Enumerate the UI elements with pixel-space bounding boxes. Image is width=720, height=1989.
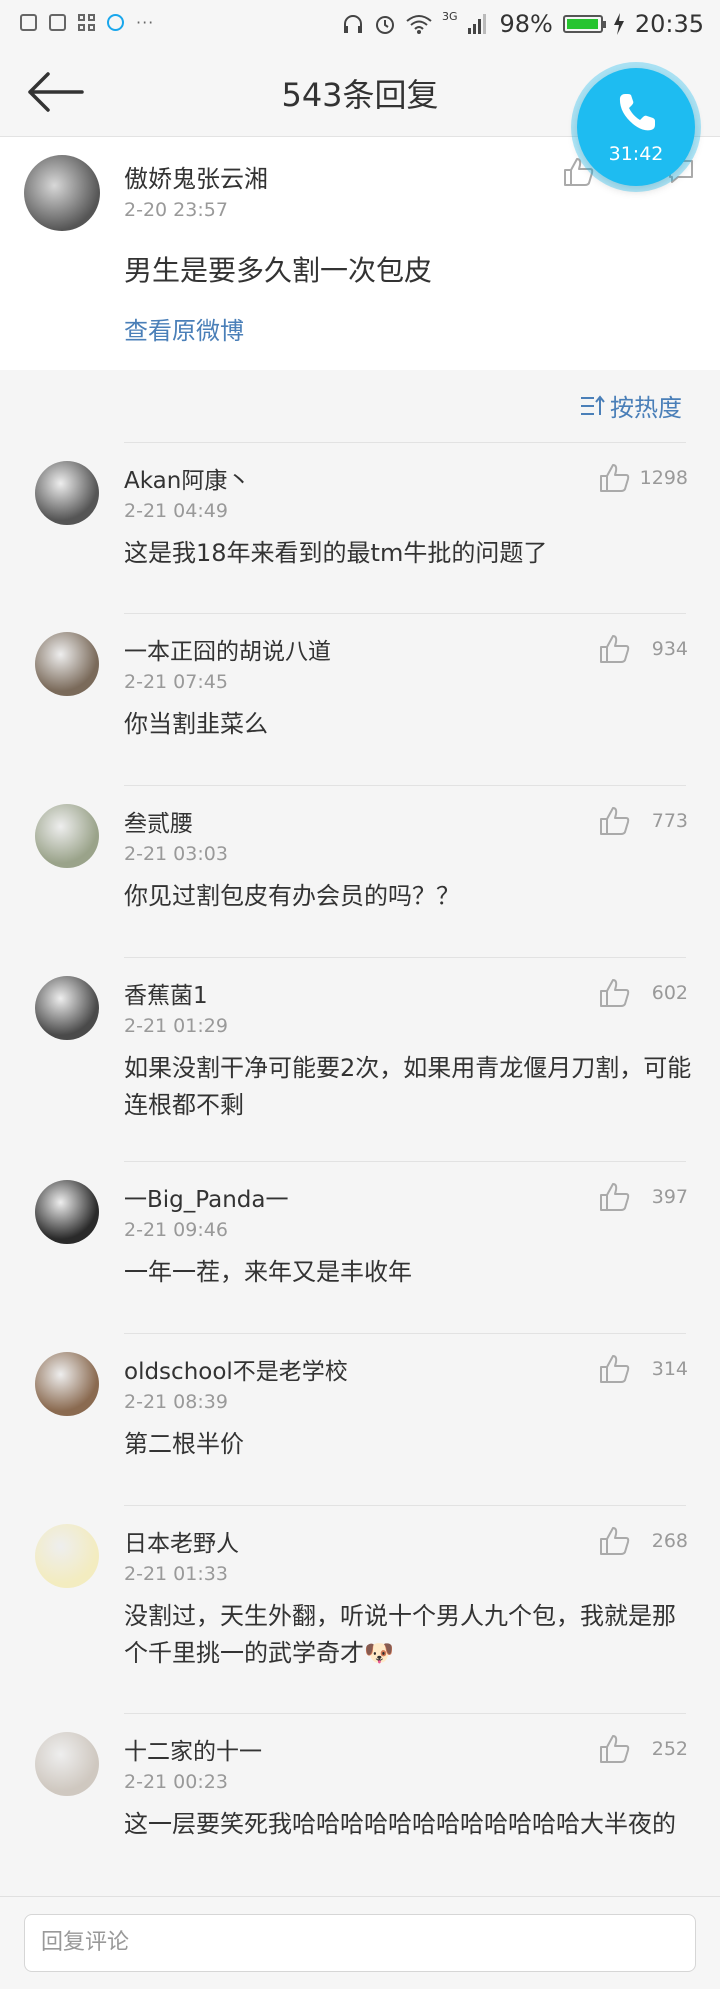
- like-icon[interactable]: [599, 978, 631, 1008]
- like-icon[interactable]: [599, 634, 631, 664]
- avatar[interactable]: [35, 632, 99, 696]
- comment-text: 你见过割包皮有办会员的吗？？: [124, 882, 460, 910]
- view-original-weibo-link[interactable]: 查看原微博: [124, 311, 244, 346]
- more-notifications-icon: ···: [136, 12, 155, 32]
- divider: [124, 1505, 686, 1506]
- charging-icon: [613, 13, 624, 35]
- author-name[interactable]: 叁贰腰: [124, 804, 193, 838]
- comment-time: 2-21 07:45: [124, 671, 228, 693]
- comment-time: 2-21 01:29: [124, 1015, 228, 1037]
- comment-text: 第二根半价: [124, 1430, 244, 1458]
- phone-icon: [619, 94, 655, 131]
- system-indicators: 3G 98% 20:35: [342, 10, 704, 38]
- network-type: 3G: [441, 9, 458, 23]
- call-duration: 31:42: [608, 143, 664, 165]
- divider: [124, 1333, 686, 1334]
- author-name[interactable]: 傲娇鬼张云湘: [124, 159, 268, 194]
- signal-icon: [468, 14, 487, 34]
- like-icon[interactable]: [599, 1526, 631, 1556]
- author-name[interactable]: 一本正囧的胡说八道: [124, 632, 331, 666]
- author-name[interactable]: oldschool不是老学校: [124, 1352, 348, 1386]
- like-count: 773: [651, 810, 688, 832]
- sort-icon: [581, 394, 605, 415]
- clock: 20:35: [634, 10, 704, 38]
- like-icon[interactable]: [599, 1354, 631, 1384]
- gallery-icon: [49, 14, 66, 31]
- divider: [124, 613, 686, 614]
- call-floating-bubble[interactable]: 31:42: [577, 68, 720, 186]
- like-count: 252: [651, 1738, 688, 1760]
- avatar[interactable]: [35, 976, 99, 1040]
- comment-text: 没割过，天生外翻，听说十个男人九个包，我就是那个千里挑一的武学奇才🐶: [124, 1602, 676, 1667]
- sort-by-popularity-button[interactable]: 按热度: [580, 388, 682, 423]
- battery-percent: 98%: [499, 10, 553, 38]
- like-count: 314: [651, 1358, 688, 1380]
- alarm-icon: [375, 16, 394, 34]
- like-count: 1298: [639, 467, 688, 489]
- author-name[interactable]: 一Big_Panda一: [124, 1180, 288, 1214]
- comment-time: 2-21 01:33: [124, 1563, 228, 1585]
- avatar[interactable]: [35, 1180, 99, 1244]
- wifi-icon: [406, 15, 432, 34]
- comment-time: 2-21 00:23: [124, 1771, 228, 1793]
- comment-text: 一年一茬，来年又是丰收年: [124, 1258, 412, 1286]
- divider: [124, 1713, 686, 1714]
- comment-text: 如果没割干净可能要2次，如果用青龙偃月刀割，可能连根都不剩: [124, 1054, 692, 1119]
- like-icon[interactable]: [599, 1182, 631, 1212]
- comment-text: 这一层要笑死我哈哈哈哈哈哈哈哈哈哈哈哈大半夜的: [124, 1810, 676, 1838]
- divider: [124, 785, 686, 786]
- author-name[interactable]: Akan阿康丶: [124, 461, 250, 495]
- comment-time: 2-21 03:03: [124, 843, 228, 865]
- battery-fill: [566, 19, 599, 29]
- author-name[interactable]: 香蕉菌1: [124, 976, 208, 1010]
- headphone-icon: [343, 15, 362, 33]
- divider: [124, 442, 686, 443]
- avatar[interactable]: [35, 1732, 99, 1796]
- battery-icon: [562, 15, 606, 33]
- comment-time: 2-21 08:39: [124, 1391, 228, 1413]
- divider: [124, 1161, 686, 1162]
- call-circle[interactable]: 31:42: [577, 68, 695, 186]
- image-icon: [20, 14, 37, 31]
- comment-time: 2-21 04:49: [124, 500, 228, 522]
- avatar[interactable]: [35, 1352, 99, 1416]
- comment-text: 你当割韭菜么: [124, 710, 268, 738]
- comment-text: 这是我18年来看到的最tm牛批的问题了: [124, 539, 548, 567]
- avatar[interactable]: [35, 804, 99, 868]
- comment-text: 男生是要多久割一次包皮: [124, 254, 433, 287]
- author-name[interactable]: 日本老野人: [124, 1524, 239, 1558]
- notification-icons: ···: [20, 14, 154, 31]
- apps-icon: [78, 14, 95, 31]
- avatar[interactable]: [24, 155, 100, 231]
- like-icon[interactable]: [599, 1734, 631, 1764]
- status-bar: ··· 3G 98% 20:35: [0, 0, 720, 50]
- like-count: 397: [651, 1186, 688, 1208]
- author-name[interactable]: 十二家的十一: [124, 1732, 262, 1766]
- divider: [124, 957, 686, 958]
- reply-bar: 回复评论: [0, 1896, 720, 1989]
- like-icon[interactable]: [599, 806, 631, 836]
- qq-icon: [107, 14, 124, 31]
- like-count: 268: [651, 1530, 688, 1552]
- comment-time: 2-21 09:46: [124, 1219, 228, 1241]
- post-time: 2-20 23:57: [124, 199, 228, 221]
- avatar[interactable]: [35, 1524, 99, 1588]
- like-count: 934: [651, 638, 688, 660]
- reply-input[interactable]: 回复评论: [24, 1914, 696, 1972]
- like-count: 602: [651, 982, 688, 1004]
- avatar[interactable]: [35, 461, 99, 525]
- like-icon[interactable]: [599, 463, 631, 493]
- sort-label: 按热度: [610, 394, 682, 422]
